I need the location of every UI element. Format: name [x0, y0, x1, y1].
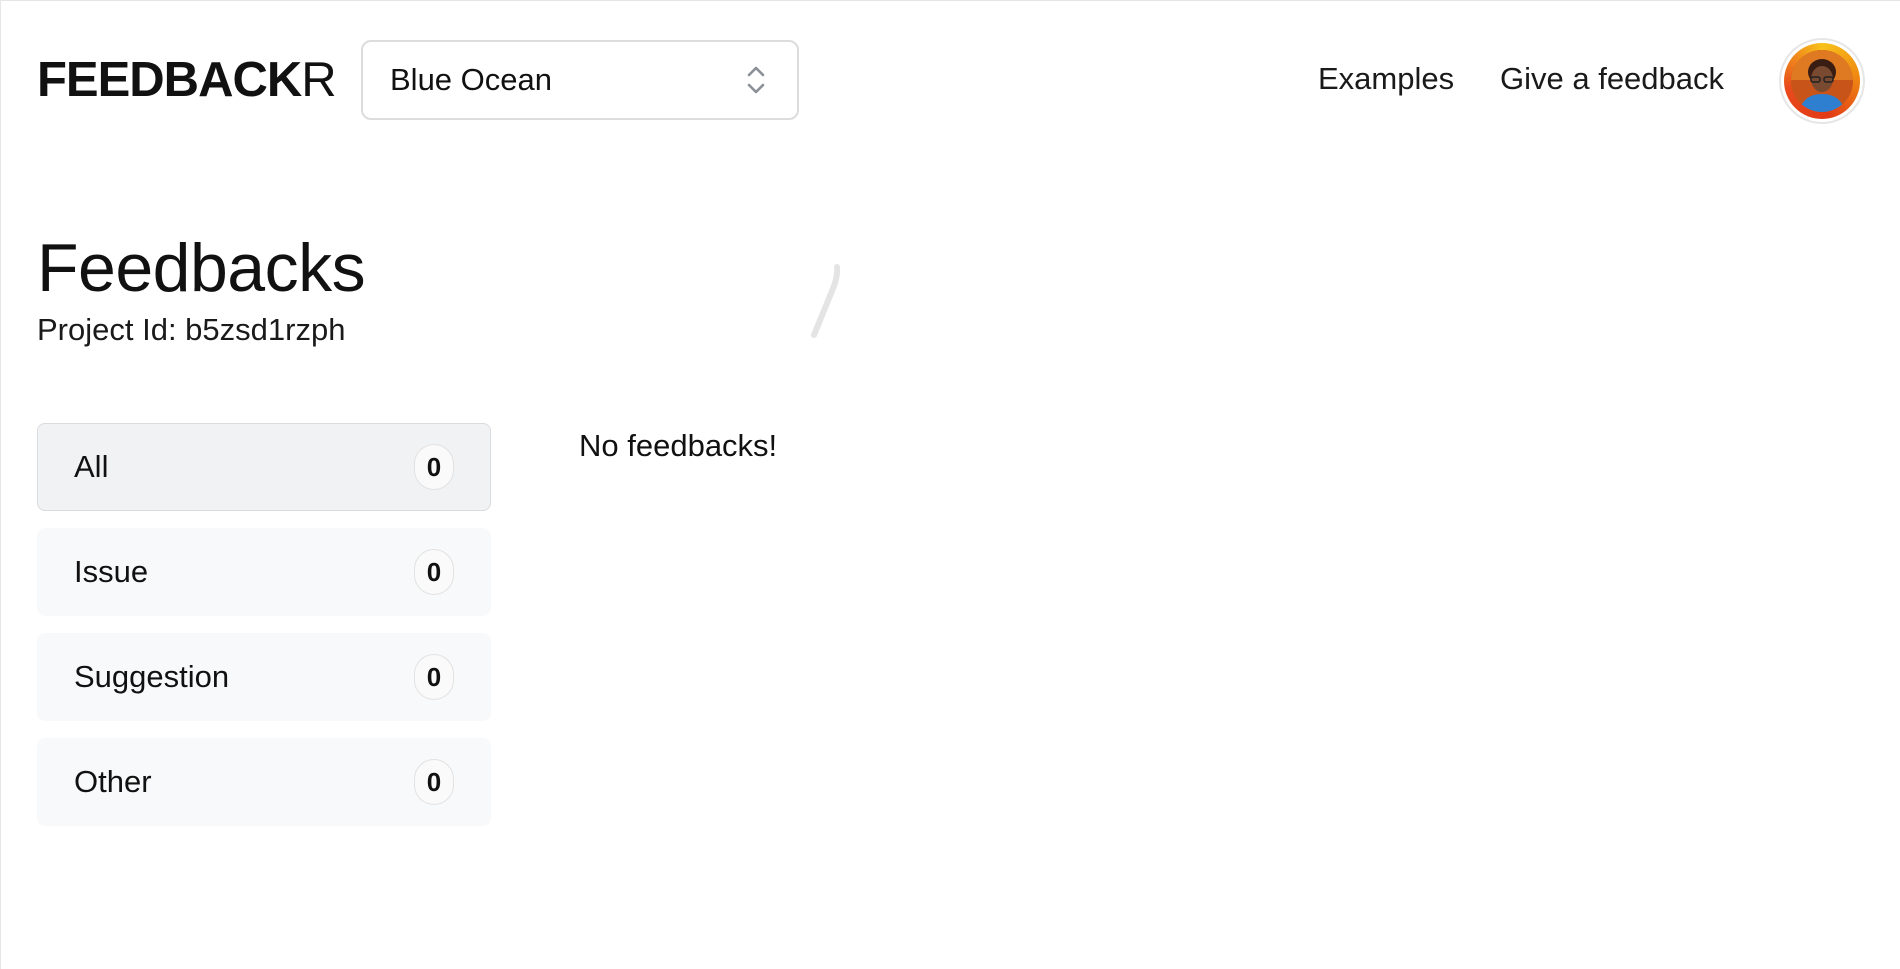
category-item-issue[interactable]: Issue 0	[37, 528, 491, 616]
category-label: Other	[74, 764, 152, 799]
category-label: Suggestion	[74, 659, 230, 694]
avatar-photo	[1791, 50, 1853, 112]
logo-bold-text: FEEDBACK	[37, 53, 302, 107]
category-item-other[interactable]: Other 0	[37, 738, 491, 826]
category-label: Issue	[74, 554, 149, 589]
nav-examples-link[interactable]: Examples	[1318, 59, 1454, 99]
project-id-text: Project Id: b5zsd1rzph	[37, 312, 346, 347]
avatar-ring	[1784, 43, 1860, 119]
loading-spinner-icon	[811, 264, 841, 338]
project-select-value: Blue Ocean	[390, 62, 552, 97]
category-count-badge: 0	[414, 549, 454, 595]
app-frame: FEEDBACKR Blue Ocean Examples Give a fee…	[0, 0, 1900, 969]
app-logo[interactable]: FEEDBACKR	[37, 53, 337, 107]
category-count-badge: 0	[414, 759, 454, 805]
project-select[interactable]: Blue Ocean	[361, 40, 799, 120]
category-label: All	[74, 449, 109, 484]
category-list: All 0 Issue 0 Suggestion 0 Other 0	[37, 423, 491, 843]
category-item-suggestion[interactable]: Suggestion 0	[37, 633, 491, 721]
empty-feedback-message: No feedbacks!	[579, 428, 778, 463]
user-avatar[interactable]	[1779, 38, 1865, 124]
category-item-all[interactable]: All 0	[37, 423, 491, 511]
category-count-badge: 0	[414, 444, 454, 490]
person-icon	[1791, 50, 1853, 112]
category-count-badge: 0	[414, 654, 454, 700]
page-title: Feedbacks	[37, 230, 366, 306]
logo-light-text: R	[301, 53, 336, 107]
nav-give-feedback-link[interactable]: Give a feedback	[1500, 59, 1724, 99]
chevron-up-down-icon	[747, 66, 765, 94]
